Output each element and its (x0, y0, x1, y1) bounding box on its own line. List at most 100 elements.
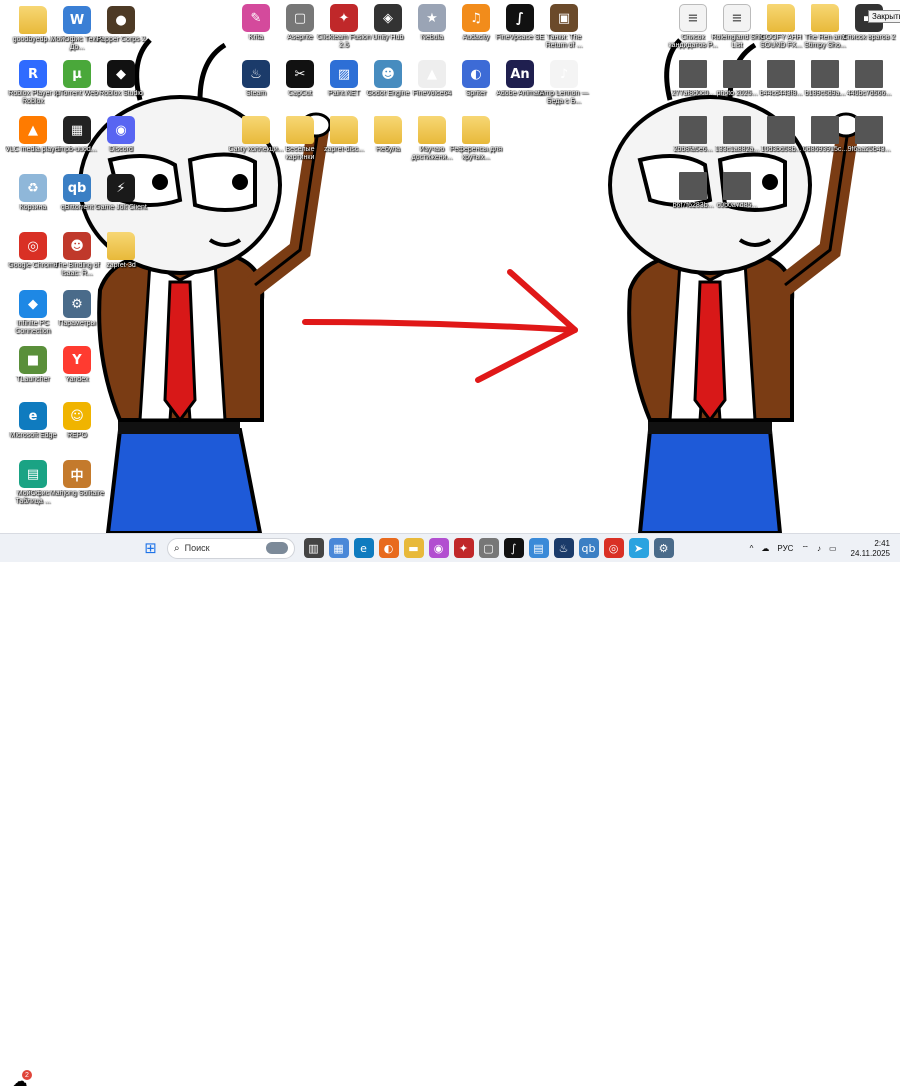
desktop: goodbyedp... W МойОфис Текст. До... ● Papper… (0, 0, 900, 533)
tmpb-icon: ▦ (63, 116, 91, 144)
office-icon: W (63, 6, 91, 34)
vlc-icon: ▲ (19, 116, 47, 144)
discord-icon: ◉ (107, 116, 135, 144)
taskbar-qbittorrent-icon[interactable]: qb (578, 538, 599, 558)
chrome-icon: ◎ (19, 232, 47, 260)
desktop-icon-label: REPO (67, 432, 87, 439)
edge-icon: e (19, 402, 47, 430)
taskbar-explorer-icon[interactable]: ▬ (403, 538, 424, 558)
desktop-icon-zapret[interactable]: zapret-3d (94, 232, 148, 270)
t12-icon (723, 172, 751, 200)
wifi-icon[interactable]: ⌔ (801, 544, 809, 554)
t4-icon (811, 60, 839, 88)
izuchaj-icon (418, 116, 446, 144)
roblox-player-icon: R (19, 60, 47, 88)
search-icon: ⌕ (174, 542, 180, 554)
desktop-icon-terraria[interactable]: ▣ Танки: The Return of ... (537, 4, 591, 50)
paintnet-icon: ▨ (330, 60, 358, 88)
battery-icon[interactable]: ▭ (829, 544, 837, 553)
taskbar-taskview-icon[interactable]: ▥ (303, 538, 324, 558)
desktop-icon-t5[interactable]: 440bc7d566... (842, 60, 896, 98)
krita-icon: ✎ (242, 4, 270, 32)
isaac-icon: ☻ (63, 232, 91, 260)
t8-icon (767, 116, 795, 144)
capcut-icon: ✂ (286, 60, 314, 88)
desktop-icon-label: 9f6aa25b43... (847, 146, 891, 153)
desktop-icon-label: Mahjong Solitaire (49, 490, 105, 497)
onedrive-icon[interactable]: ☁ (761, 544, 769, 553)
desktop-icon-discord[interactable]: ◉ Discord (94, 116, 148, 154)
flstudio-icon: ∫ (506, 4, 534, 32)
desktop-icon-label: Roblox Studio (99, 90, 143, 97)
t7-icon (723, 116, 751, 144)
zapret-disc-icon (330, 116, 358, 144)
taskbar-telegram-icon[interactable]: ➤ (628, 538, 649, 558)
desktop-icon-gamejolt[interactable]: ⚡ Game Jolt Client (94, 174, 148, 212)
desktop-icon-label: Amp Lennon — Беда с Б... (539, 90, 589, 105)
volume-icon[interactable]: ♪ (817, 544, 821, 553)
spisok-kand-icon: ≡ (679, 4, 707, 32)
desktop-icon-yandex[interactable]: Y Yandex (50, 346, 104, 384)
utorrent-icon: µ (63, 60, 91, 88)
amp-icon: ♪ (550, 60, 578, 88)
desktop-icon-label: Papper Corps 2 (96, 36, 146, 43)
language-indicator[interactable]: РУС (777, 544, 793, 553)
taskbar-flstudio-icon[interactable]: ∫ (503, 538, 524, 558)
desktop-icon-t12[interactable]: c0b0a7d85... (710, 172, 764, 210)
t10-icon (855, 116, 883, 144)
tlauncher-icon: ■ (19, 346, 47, 374)
desktop-icon-corps[interactable]: ● Papper Corps 2 (94, 6, 148, 44)
taskbar-firefox-icon[interactable]: ◐ (378, 538, 399, 558)
t1-icon (679, 60, 707, 88)
taskbar-settings-icon[interactable]: ⚙ (653, 538, 674, 558)
yandex-icon: Y (63, 346, 91, 374)
roblox-studio-icon: ◆ (107, 60, 135, 88)
desktop-icon-t10[interactable]: 9f6aa25b43... (842, 116, 896, 154)
taskbar-app-multi-icon[interactable]: ◉ (428, 538, 449, 558)
desktop-icon-params[interactable]: ⚙ Параметры (50, 290, 104, 328)
taskbar-chrome-icon[interactable]: ◎ (603, 538, 624, 558)
roleingland-icon: ≡ (723, 4, 751, 32)
desktop-icon-label: 440bc7d566... (846, 90, 892, 97)
red-arrow (302, 269, 578, 383)
desktop-icon-label: c0b0a7d85... (716, 202, 758, 209)
referensy-icon (462, 116, 490, 144)
repo-icon: ☺ (63, 402, 91, 430)
clock[interactable]: 2:41 24.11.2025 (847, 539, 894, 559)
godot-icon: ☻ (374, 60, 402, 88)
t6-icon (679, 116, 707, 144)
params-icon: ⚙ (63, 290, 91, 318)
desktop-icon-roblox-studio[interactable]: ◆ Roblox Studio (94, 60, 148, 98)
samu-icon (242, 116, 270, 144)
taskbar-search[interactable]: ⌕ Поиск (167, 537, 295, 559)
corps-icon: ● (107, 6, 135, 34)
ren-stimpy-icon (811, 4, 839, 32)
start-button[interactable]: ⊞ (141, 538, 161, 558)
taskbar-widgets-icon[interactable]: ▦ (328, 538, 349, 558)
moyoffice-tab-icon: ▤ (19, 460, 47, 488)
desktop-icon-label: zapret-3d (106, 262, 136, 269)
taskbar-app-blue-icon[interactable]: ▤ (528, 538, 549, 558)
spriter-icon: ◐ (462, 60, 490, 88)
desktop-icon-amp[interactable]: ♪ Amp Lennon — Беда с Б... (537, 60, 591, 106)
mahjong-icon: 中 (63, 460, 91, 488)
clickteam-icon: ✦ (330, 4, 358, 32)
taskbar-edge-icon[interactable]: e (353, 538, 374, 558)
veselye-icon (286, 116, 314, 144)
desktop-icon-mahjong[interactable]: 中 Mahjong Solitaire (50, 460, 104, 498)
desktop-icon-referensy[interactable]: Референсы для крутых... (449, 116, 503, 162)
t3-icon (767, 60, 795, 88)
nebula-folder-icon (374, 116, 402, 144)
taskbar-steam-icon[interactable]: ♨ (553, 538, 574, 558)
desktop-icon-repo[interactable]: ☺ REPO (50, 402, 104, 440)
t2-icon (723, 60, 751, 88)
weather-badge: 2 (22, 1070, 32, 1080)
taskbar-clickteam-icon[interactable]: ✦ (453, 538, 474, 558)
audacity-icon: ♫ (462, 4, 490, 32)
taskbar-aseprite-icon[interactable]: ▢ (478, 538, 499, 558)
terraria-icon: ▣ (550, 4, 578, 32)
tray-chevron-icon[interactable]: ^ (750, 544, 754, 553)
desktop-icon-label: Game Jolt Client (95, 204, 147, 211)
nebula-icon: ★ (418, 4, 446, 32)
infinite-icon: ◆ (19, 290, 47, 318)
